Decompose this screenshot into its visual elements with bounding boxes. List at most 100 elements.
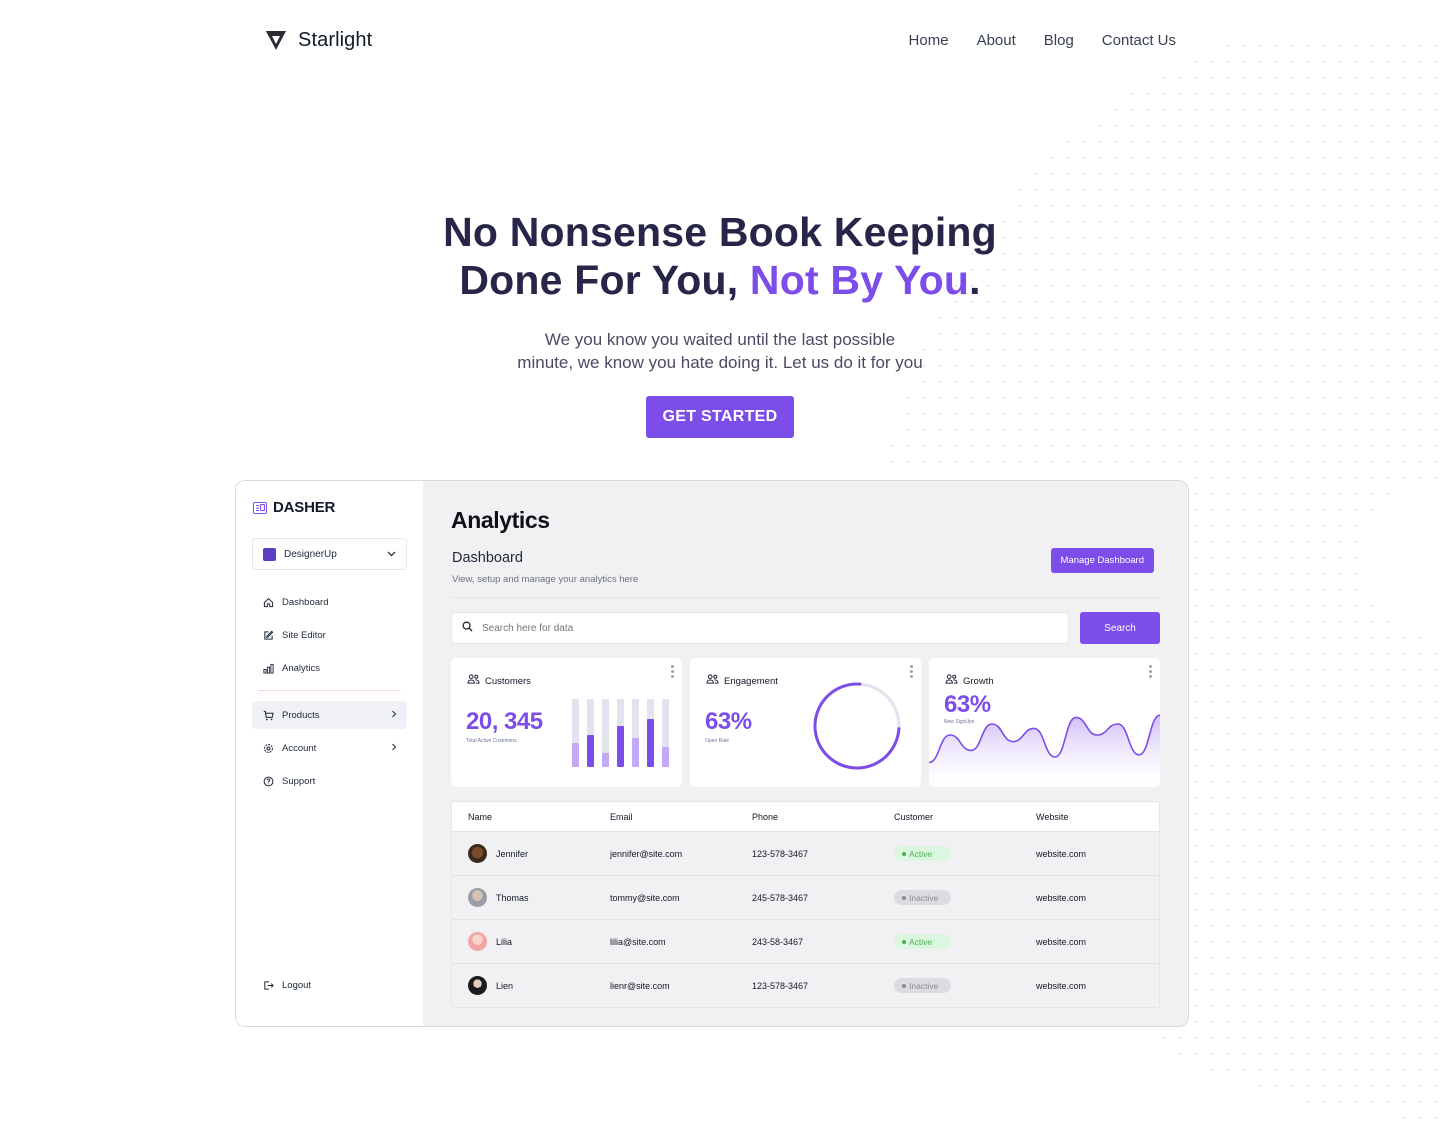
background-dot: [1243, 45, 1245, 47]
column-header-website[interactable]: Website: [1036, 812, 1159, 822]
background-dot: [1419, 141, 1421, 143]
background-dot: [1339, 861, 1341, 863]
background-dot: [1371, 797, 1373, 799]
background-dot: [1403, 1085, 1405, 1087]
background-dot: [1291, 205, 1293, 207]
search-button[interactable]: Search: [1080, 612, 1160, 644]
background-dot: [1323, 77, 1325, 79]
background-dot: [1259, 973, 1261, 975]
background-dot: [1435, 189, 1437, 191]
sidebar-item-dashboard[interactable]: Dashboard: [252, 588, 407, 616]
background-dot: [1243, 845, 1245, 847]
background-dot: [1259, 749, 1261, 751]
background-dot: [1243, 733, 1245, 735]
background-dot: [1403, 765, 1405, 767]
background-dot: [1387, 157, 1389, 159]
background-dot: [1419, 109, 1421, 111]
background-dot: [1291, 77, 1293, 79]
bar: [602, 753, 609, 767]
table-row[interactable]: Thomas tommy@site.com 245-578-3467 Inactive…: [452, 875, 1159, 919]
sidebar-item-support[interactable]: Support: [252, 767, 407, 795]
table-row[interactable]: Lien lienr@site.com 123-578-3467 Inactive we…: [452, 963, 1159, 1007]
nav-link-contact[interactable]: Contact Us: [1102, 32, 1176, 49]
background-dot: [1419, 93, 1421, 95]
customer-website[interactable]: website.com: [1036, 937, 1159, 947]
hero-title-period: .: [969, 257, 981, 303]
background-dot: [1275, 989, 1277, 991]
background-dot: [1355, 557, 1357, 559]
customer-website[interactable]: website.com: [1036, 849, 1159, 859]
sidebar-item-site-editor[interactable]: Site Editor: [252, 621, 407, 649]
background-dot: [1307, 605, 1309, 607]
logout-button[interactable]: Logout: [252, 971, 321, 999]
organization-selector[interactable]: DesignerUp: [252, 538, 407, 570]
background-dot: [1355, 141, 1357, 143]
background-dot: [1355, 1005, 1357, 1007]
background-dot: [1275, 733, 1277, 735]
sidebar-item-analytics[interactable]: Analytics: [252, 654, 407, 682]
background-dot: [1195, 109, 1197, 111]
column-header-customer[interactable]: Customer: [894, 812, 1036, 822]
background-dot: [1291, 477, 1293, 479]
table-row[interactable]: Lilia lilia@site.com 243-58-3467 Active webs…: [452, 919, 1159, 963]
background-dot: [1211, 845, 1213, 847]
background-dot: [1211, 877, 1213, 879]
background-dot: [1275, 109, 1277, 111]
background-dot: [1227, 125, 1229, 127]
hero-subtitle: We you know you waited until the last po…: [0, 328, 1440, 374]
background-dot: [1435, 909, 1437, 911]
customer-website[interactable]: website.com: [1036, 893, 1159, 903]
background-dot: [1259, 93, 1261, 95]
background-dot: [1323, 861, 1325, 863]
search-input[interactable]: [482, 622, 1058, 634]
background-dot: [1195, 637, 1197, 639]
status-badge: Inactive: [894, 890, 951, 905]
manage-dashboard-button[interactable]: Manage Dashboard: [1050, 548, 1154, 573]
background-dot: [1259, 477, 1261, 479]
background-dot: [1371, 941, 1373, 943]
background-dot: [1019, 205, 1021, 207]
avatar: [468, 932, 487, 951]
background-dot: [1259, 605, 1261, 607]
column-header-email[interactable]: Email: [610, 812, 752, 822]
nav-link-blog[interactable]: Blog: [1044, 32, 1074, 49]
search-field[interactable]: [451, 612, 1069, 644]
background-dot: [1291, 445, 1293, 447]
brand-logo[interactable]: Starlight: [264, 28, 372, 52]
sidebar-item-label: Dashboard: [282, 596, 329, 608]
table-row[interactable]: Jennifer jennifer@site.com 123-578-3467 Act…: [452, 831, 1159, 875]
background-dot: [1179, 109, 1181, 111]
background-dot: [1371, 701, 1373, 703]
background-dot: [1435, 61, 1437, 63]
background-dot: [1323, 573, 1325, 575]
background-dot: [1355, 45, 1357, 47]
more-options-icon[interactable]: [910, 665, 914, 678]
nav-link-about[interactable]: About: [977, 32, 1016, 49]
background-dot: [1275, 589, 1277, 591]
customer-website[interactable]: website.com: [1036, 981, 1159, 991]
background-dot: [1355, 717, 1357, 719]
background-dot: [1259, 941, 1261, 943]
background-dot: [1403, 941, 1405, 943]
nav-link-home[interactable]: Home: [909, 32, 949, 49]
background-dot: [891, 445, 893, 447]
background-dot: [1275, 957, 1277, 959]
background-dot: [1243, 477, 1245, 479]
sidebar-item-account[interactable]: Account: [252, 734, 407, 762]
background-dot: [1387, 173, 1389, 175]
background-dot: [1307, 173, 1309, 175]
background-dot: [1419, 77, 1421, 79]
background-dot: [1051, 445, 1053, 447]
background-dot: [1355, 733, 1357, 735]
more-options-icon[interactable]: [671, 665, 675, 678]
sidebar-item-products[interactable]: Products: [252, 701, 407, 729]
background-dot: [1243, 77, 1245, 79]
background-dot: [1355, 845, 1357, 847]
column-header-phone[interactable]: Phone: [752, 812, 894, 822]
background-dot: [1275, 1085, 1277, 1087]
column-header-name[interactable]: Name: [468, 812, 610, 822]
get-started-button[interactable]: GET STARTED: [646, 396, 794, 438]
background-dot: [1291, 621, 1293, 623]
background-dot: [1259, 461, 1261, 463]
background-dot: [1339, 93, 1341, 95]
